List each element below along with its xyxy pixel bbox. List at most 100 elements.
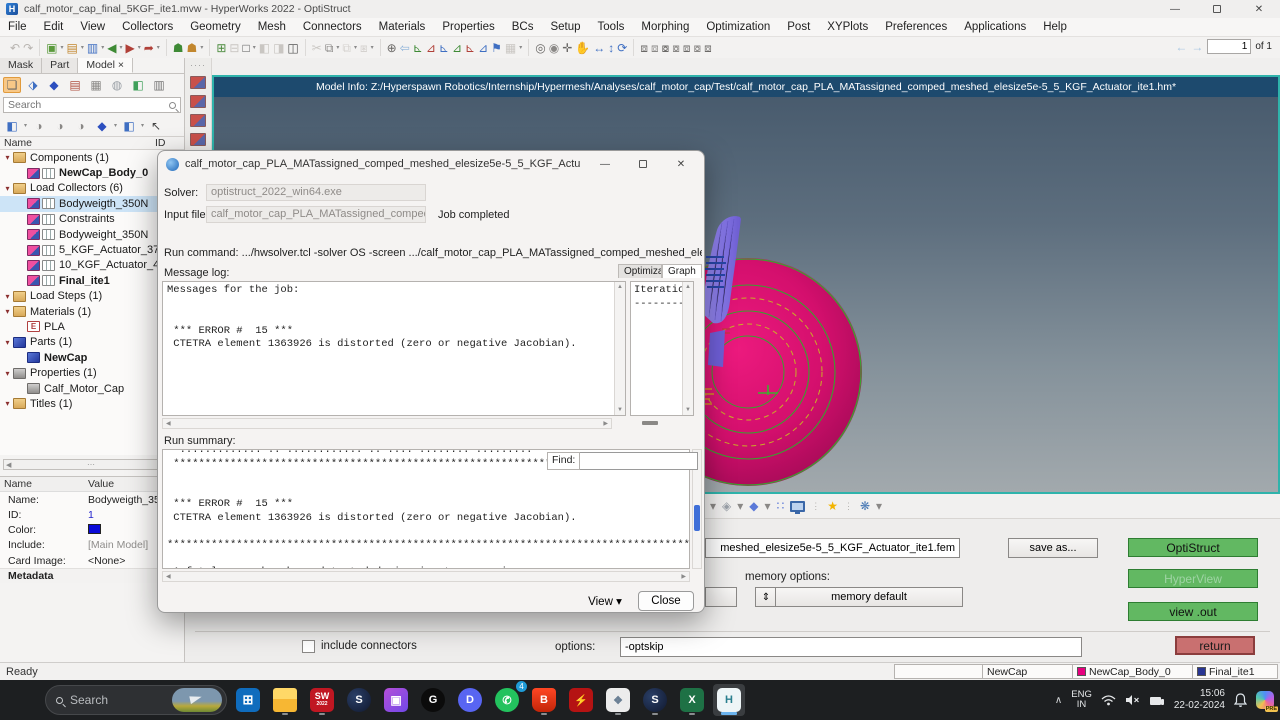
undo-icon[interactable]: ↶	[10, 40, 20, 56]
white-app-app[interactable]: ❖	[602, 684, 634, 716]
isolate-icon[interactable]: ⬗	[24, 77, 42, 93]
menu-materials[interactable]: Materials	[379, 21, 426, 33]
redo-icon[interactable]: ↷	[23, 40, 33, 56]
shaded-dropdown[interactable]: ▾	[737, 499, 743, 513]
zoom-icon[interactable]: ⊕	[387, 40, 397, 56]
favorites-star-icon[interactable]: ★	[827, 499, 838, 513]
memory-toggle-button[interactable]: ⇕	[755, 587, 777, 607]
wifi-icon[interactable]	[1101, 694, 1116, 706]
view-snap-icon[interactable]: ▦	[505, 40, 516, 56]
menu-setup[interactable]: Setup	[550, 21, 580, 33]
menu-morphing[interactable]: Morphing	[641, 21, 689, 33]
hide-marked-icon[interactable]: ▤	[66, 77, 84, 93]
flash-app[interactable]: ⚡	[565, 684, 597, 716]
hidden-icons-chevron[interactable]: ∧	[1055, 695, 1062, 706]
expander-icon[interactable]: ▾	[2, 184, 13, 193]
splitter-handle[interactable]	[642, 421, 658, 425]
panel-solver-icon[interactable]: ⧇	[694, 40, 702, 56]
axis-yx-icon[interactable]: ⊿	[426, 40, 436, 56]
menu-bcs[interactable]: BCs	[512, 21, 534, 33]
return-button[interactable]: return	[1175, 636, 1255, 655]
wireframe-icon[interactable]: ◧	[120, 118, 138, 134]
delete-icon-dropdown[interactable]: ▾	[371, 44, 374, 51]
axis-zx-icon[interactable]: ⊿	[452, 40, 462, 56]
menu-help[interactable]: Help	[1043, 21, 1067, 33]
menu-geometry[interactable]: Geometry	[190, 21, 241, 33]
open-model-icon[interactable]: ▤	[66, 40, 77, 56]
page-forward-icon[interactable]: →	[1191, 40, 1203, 54]
rotate-icon[interactable]: ⟳	[617, 40, 627, 56]
gamepad-app[interactable]: ▣	[380, 684, 412, 716]
iteration-scrollbar[interactable]: ▲▼	[682, 282, 693, 415]
view-flag-icon[interactable]: ⚑	[491, 40, 502, 56]
scroll-left-icon[interactable]: ◀	[6, 461, 11, 469]
message-log-box[interactable]: Messages for the job: *** ERROR # 15 ***…	[162, 281, 626, 416]
arrow-lr-icon[interactable]: ↔	[593, 40, 605, 56]
id-column-header[interactable]: ID	[155, 137, 166, 149]
new-session-icon-dropdown[interactable]: ▾	[60, 44, 63, 51]
minimize-button[interactable]: —	[1154, 0, 1196, 18]
whatsapp-app[interactable]: ✆4	[491, 684, 523, 716]
notification-bell-icon[interactable]	[1234, 693, 1247, 707]
cut-icon[interactable]: ✂	[312, 40, 322, 56]
search-input[interactable]	[8, 99, 169, 111]
eye-reverse-icon[interactable]: ◑	[72, 118, 90, 134]
eye-all-icon[interactable]: ◑	[30, 118, 48, 134]
new-session-icon[interactable]: ▣	[46, 40, 57, 56]
color-swatch[interactable]	[88, 524, 101, 534]
save-model-icon[interactable]: ▥	[87, 40, 98, 56]
delete-icon[interactable]: ⧆	[360, 40, 368, 56]
paste-icon[interactable]: ⧉	[342, 40, 351, 56]
export-icon-dropdown[interactable]: ▾	[138, 44, 141, 51]
element-dropdown[interactable]: ▾	[765, 499, 771, 513]
maximize-button[interactable]	[1196, 0, 1238, 18]
panel-entity-icon[interactable]: ⧈	[651, 40, 659, 56]
shaded-icon-dropdown[interactable]: ▾	[114, 122, 117, 129]
settings-gear-icon[interactable]: ❋	[860, 499, 870, 513]
open-model-icon-dropdown[interactable]: ▾	[81, 44, 84, 51]
menu-post[interactable]: Post	[787, 21, 810, 33]
name-column-header[interactable]: Name	[4, 137, 32, 149]
copy-icon-dropdown[interactable]: ▾	[336, 44, 339, 51]
find-input[interactable]	[580, 452, 698, 470]
dialog-tab-optimization[interactable]: Optimization	[618, 264, 662, 278]
include-connectors-checkbox[interactable]	[302, 640, 315, 653]
eye-none-icon[interactable]: ◑	[51, 118, 69, 134]
status-cell-final-ite1[interactable]: Final_ite1	[1192, 664, 1278, 679]
panel-mask-icon[interactable]: ⧇	[662, 40, 670, 56]
view-dropdown-button[interactable]: View ▾	[581, 591, 629, 611]
expander-icon[interactable]: ▾	[2, 369, 13, 378]
menu-file[interactable]: File	[8, 21, 27, 33]
status-cell-empty[interactable]	[894, 664, 982, 679]
menu-connectors[interactable]: Connectors	[303, 21, 362, 33]
run-summary-hscrollbar[interactable]: ◀▶	[162, 571, 690, 582]
pan-cross-icon[interactable]: ✛	[562, 40, 572, 56]
start-button[interactable]	[5, 684, 37, 716]
axis-yz-icon[interactable]: ⊾	[465, 40, 475, 56]
clock[interactable]: 15:0622-02-2024	[1174, 688, 1225, 712]
status-cell-newcap-body-0[interactable]: NewCap_Body_0	[1072, 664, 1192, 679]
shaded-diamond-icon[interactable]: ◆	[749, 499, 758, 513]
view-out-button[interactable]: view .out	[1128, 602, 1258, 621]
axis-zy-icon[interactable]: ⊿	[478, 40, 488, 56]
tile-window-icon[interactable]: ⊟	[229, 40, 239, 56]
shaded-icon[interactable]: ◆	[93, 118, 111, 134]
layers-icon[interactable]: ▥	[150, 77, 168, 93]
volume-muted-icon[interactable]	[1125, 694, 1140, 706]
discord-app[interactable]: D	[454, 684, 486, 716]
zoom-dynamic-icon[interactable]: ◉	[549, 40, 559, 56]
save-as-button[interactable]: save as...	[1008, 538, 1098, 558]
close-dialog-button[interactable]: Close	[638, 591, 694, 611]
solidworks-app[interactable]: SW2022	[306, 684, 338, 716]
single-window-icon[interactable]: □	[242, 40, 249, 56]
panel-util-icon[interactable]: ⧈	[704, 40, 712, 56]
view-snap-icon-dropdown[interactable]: ▾	[519, 44, 522, 51]
arrow-ud-icon[interactable]: ↕	[608, 40, 614, 56]
steam2-app[interactable]: S	[639, 684, 671, 716]
user-views-icon[interactable]: ☗	[187, 40, 198, 56]
pan-hand-icon[interactable]: ✋	[575, 40, 590, 56]
dialog-close-button[interactable]: ✕	[662, 152, 700, 176]
shaded-mode-dropdown[interactable]: ▾	[710, 499, 716, 513]
message-log-hscrollbar[interactable]: ◀▶	[162, 418, 612, 429]
dialog-tab-graph[interactable]: Graph	[662, 264, 702, 278]
